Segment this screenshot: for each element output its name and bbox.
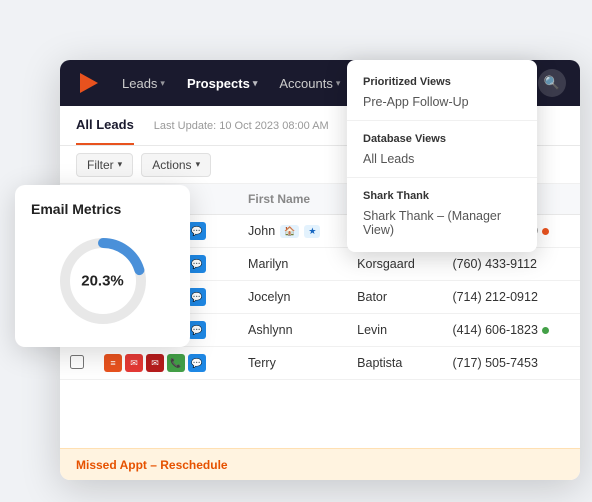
chat-icon[interactable]: 💬 [188, 321, 206, 339]
row-lastname-cell: Korsgaard [347, 248, 442, 281]
name-cell: John 🏠 ★ [248, 224, 337, 238]
row-lastname-cell: Baptista [347, 347, 442, 380]
donut-percentage: 20.3% [81, 273, 124, 290]
phone-text: (414) 606-1823 [452, 323, 537, 337]
chat-icon[interactable]: 💬 [188, 255, 206, 273]
nav-item-prospects[interactable]: Prospects ▾ [179, 72, 265, 95]
email-metrics-title: Email Metrics [31, 201, 174, 217]
nav-item-accounts[interactable]: Accounts ▾ [271, 72, 348, 95]
status-label: Missed Appt – Reschedule [76, 458, 228, 472]
dropdown-section-title-3: Shark Thank [347, 184, 537, 204]
name-cell: Ashlynn [248, 323, 337, 337]
row-lastname-cell: Levin [347, 314, 442, 347]
menu-icon[interactable]: ≡ [104, 354, 122, 372]
search-button[interactable]: 🔍 [538, 69, 566, 97]
row-checkbox[interactable] [70, 355, 84, 369]
row-firstname-cell: Ashlynn [238, 314, 347, 347]
dropdown-section-title-1: Prioritized Views [347, 70, 537, 90]
chat-icon[interactable]: 💬 [188, 222, 206, 240]
row-phone-cell: (760) 433-9112 [442, 248, 580, 281]
chevron-down-icon: ▾ [160, 78, 165, 89]
dropdown-item-sharkthank[interactable]: Shark Thank – (Manager View) [347, 204, 537, 242]
row-phone-cell: (714) 212-0912 [442, 281, 580, 314]
email-metrics-card: Email Metrics 20.3% [15, 185, 190, 347]
firstname-text: Marilyn [248, 257, 288, 271]
row-actions-cell: ≡✉✉📞💬 [94, 347, 238, 380]
name-cell: Jocelyn [248, 290, 337, 304]
nav-item-leads[interactable]: Leads ▾ [114, 72, 173, 95]
phone-text: (714) 212-0912 [452, 290, 537, 304]
action-icons-group: ≡✉✉📞💬 [104, 354, 228, 372]
dropdown-menu: Prioritized Views Pre-App Follow-Up Data… [347, 60, 537, 252]
row-checkbox-cell [60, 347, 94, 380]
chevron-down-icon: ▾ [196, 159, 201, 170]
chat-icon[interactable]: 💬 [188, 288, 206, 306]
chevron-down-icon: ▾ [253, 78, 258, 89]
name-badge: 🏠 [280, 225, 299, 238]
filter-button[interactable]: Filter ▾ [76, 153, 133, 177]
tab-all-leads[interactable]: All Leads [76, 106, 134, 145]
row-firstname-cell: Terry [238, 347, 347, 380]
row-phone-cell: (717) 505-7453 [442, 347, 580, 380]
dropdown-item-allleads[interactable]: All Leads [347, 147, 537, 171]
row-phone-cell: (414) 606-1823 [442, 314, 580, 347]
name-cell: Marilyn [248, 257, 337, 271]
email-alt-icon[interactable]: ✉ [146, 354, 164, 372]
col-firstname: First Name [238, 184, 347, 215]
table-row: ≡✉✉📞💬TerryBaptista(717) 505-7453 [60, 347, 580, 380]
chevron-down-icon: ▾ [336, 78, 341, 89]
status-dot-orange [542, 228, 549, 235]
dropdown-section-title-2: Database Views [347, 127, 537, 147]
firstname-text: Terry [248, 356, 276, 370]
status-bar: Missed Appt – Reschedule [60, 448, 580, 480]
row-lastname-cell: Bator [347, 281, 442, 314]
actions-button[interactable]: Actions ▾ [141, 153, 211, 177]
firstname-text: John [248, 224, 275, 238]
dropdown-divider-2 [347, 177, 537, 178]
last-update-label: Last Update: 10 Oct 2023 08:00 AM [154, 120, 329, 132]
row-firstname-cell: John 🏠 ★ [238, 215, 347, 248]
row-firstname-cell: Jocelyn [238, 281, 347, 314]
name-cell: Terry [248, 356, 337, 370]
firstname-text: Jocelyn [248, 290, 290, 304]
row-firstname-cell: Marilyn [238, 248, 347, 281]
dropdown-divider-1 [347, 120, 537, 121]
donut-chart: 20.3% [53, 231, 153, 331]
donut-wrapper: 20.3% [31, 231, 174, 331]
email-icon[interactable]: ✉ [125, 354, 143, 372]
dropdown-item-preapp[interactable]: Pre-App Follow-Up [347, 90, 537, 114]
status-dot-green [542, 327, 549, 334]
phone-text: (717) 505-7453 [452, 356, 537, 370]
phone-text: (760) 433-9112 [452, 257, 537, 271]
chat-icon[interactable]: 💬 [188, 354, 206, 372]
phone-icon[interactable]: 📞 [167, 354, 185, 372]
chevron-down-icon: ▾ [118, 159, 123, 170]
app-logo [74, 69, 102, 97]
name-badge-alt: ★ [304, 225, 320, 238]
firstname-text: Ashlynn [248, 323, 292, 337]
